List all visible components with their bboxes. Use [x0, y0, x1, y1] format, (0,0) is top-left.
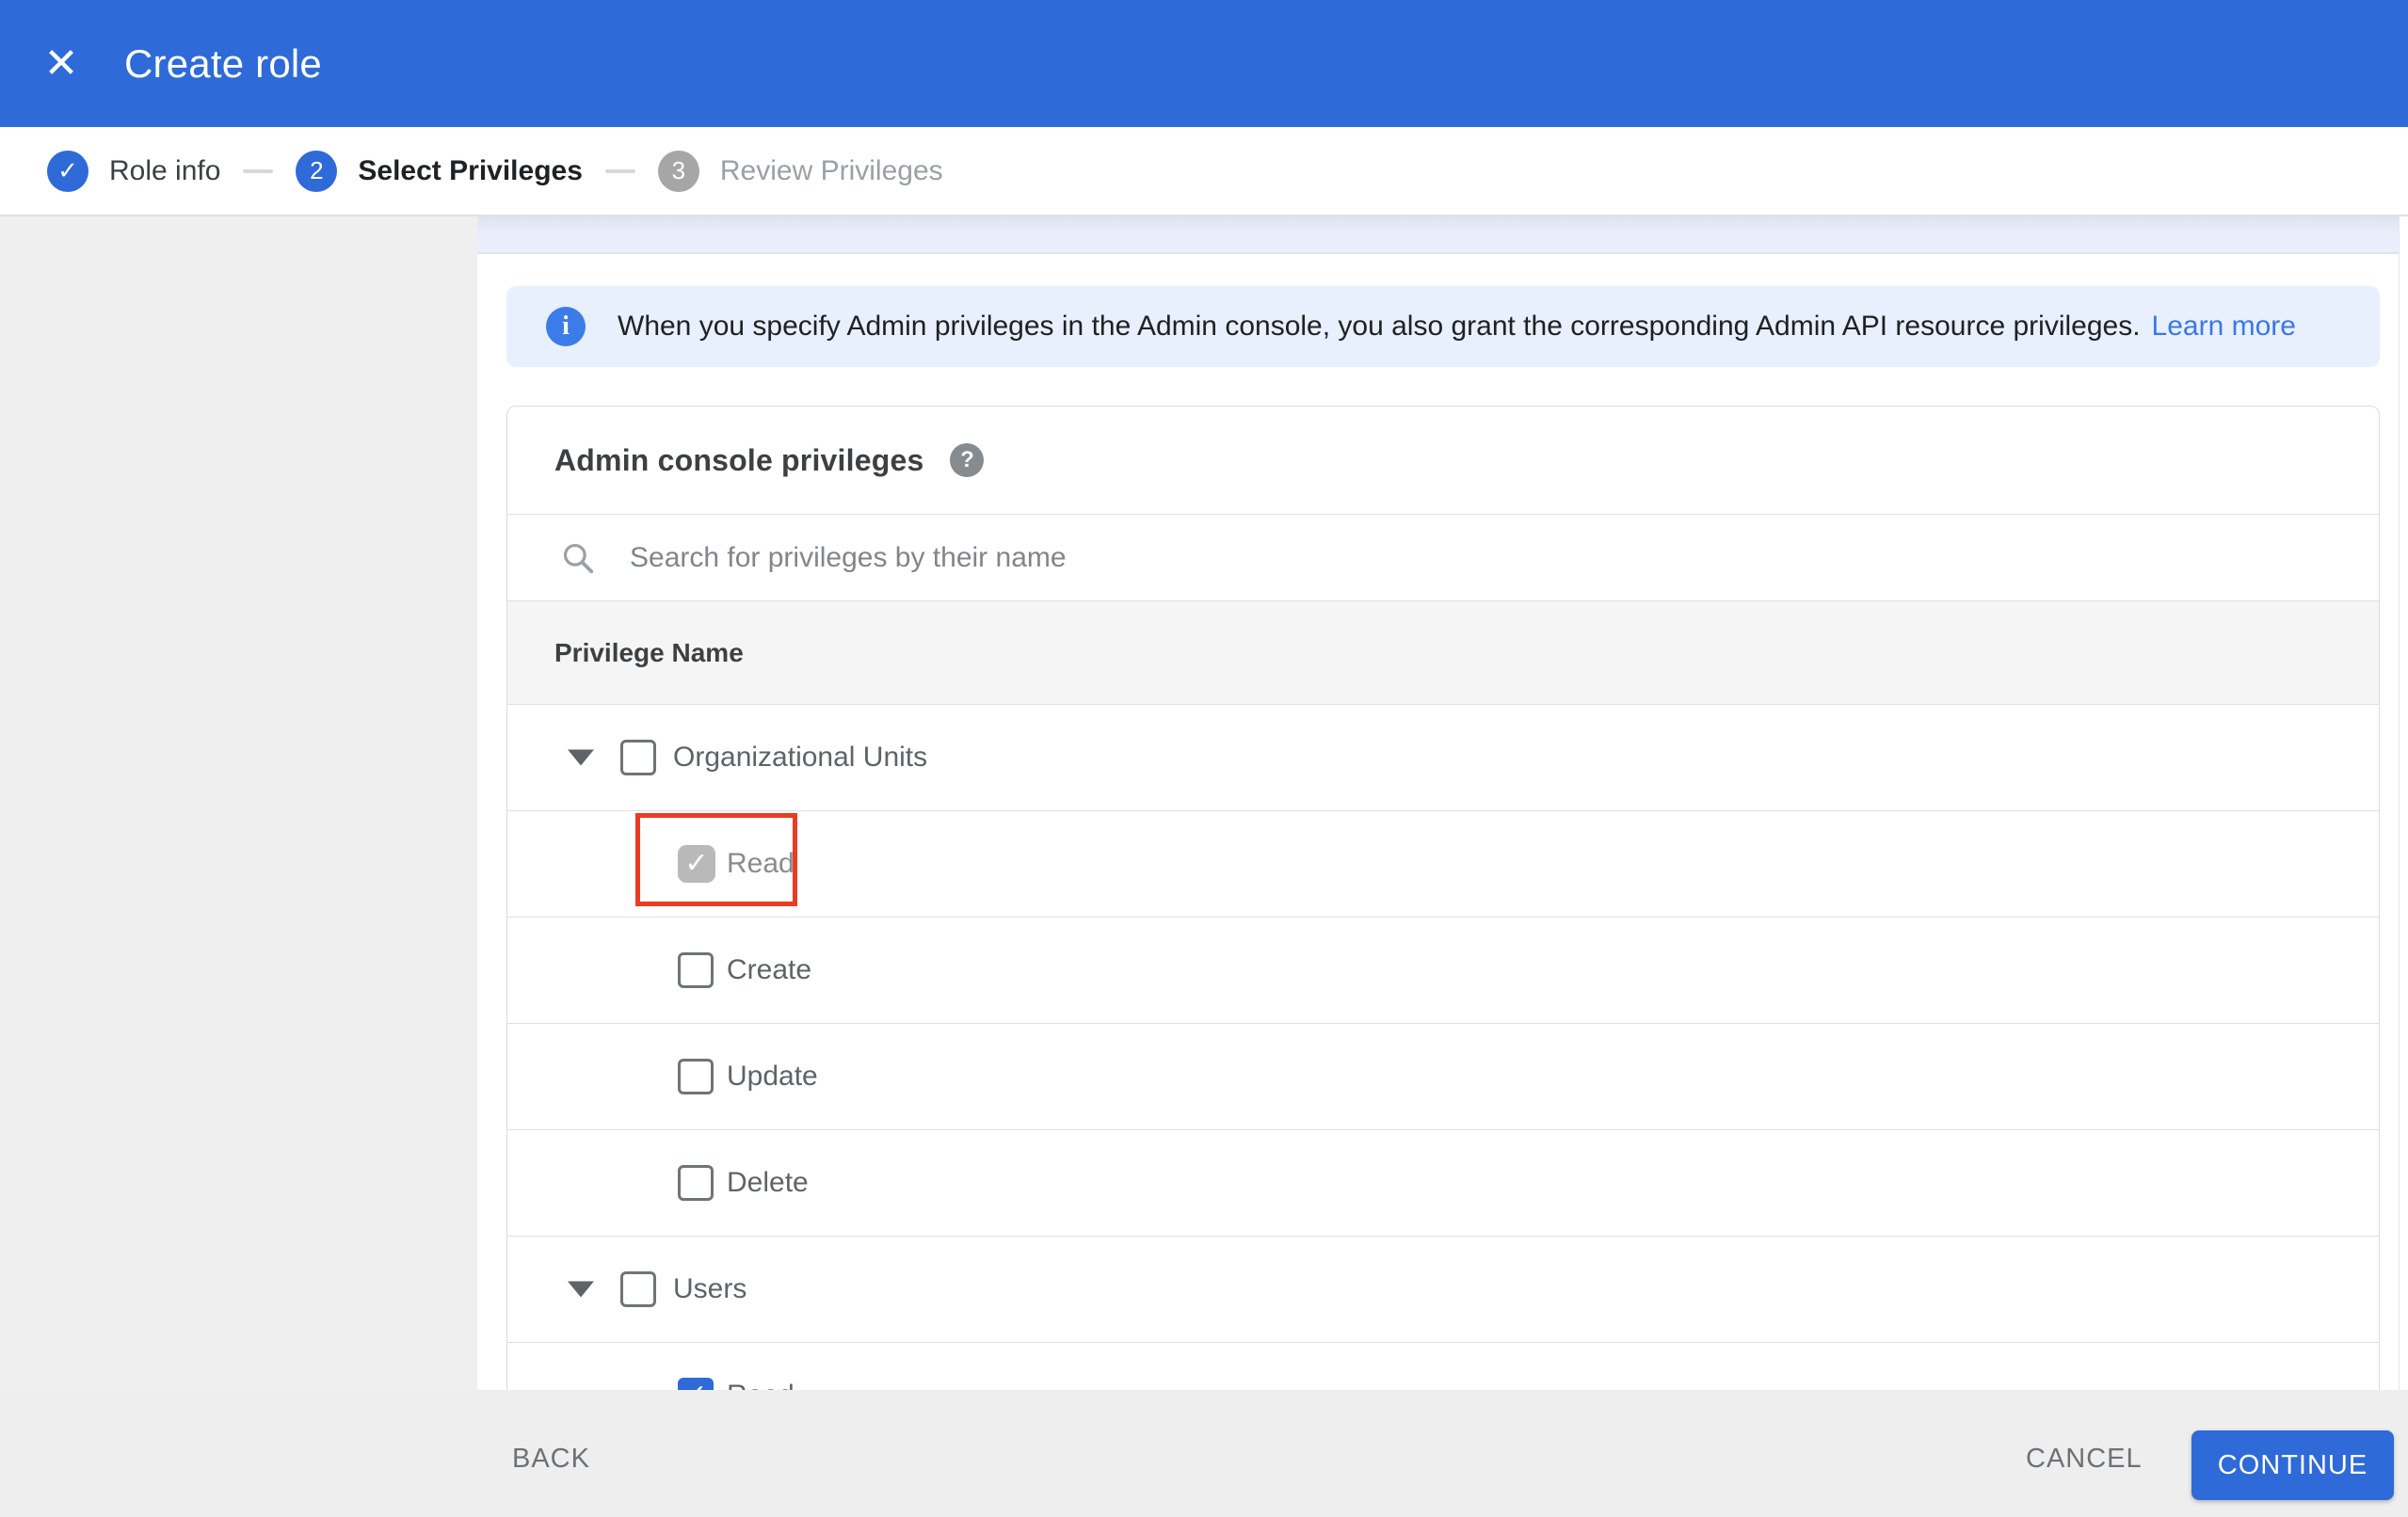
step-separator: [604, 168, 635, 173]
dialog-title: Create role: [124, 40, 322, 86]
expand-arrow-icon[interactable]: [568, 749, 594, 766]
step-label: Review Privileges: [719, 154, 943, 186]
table-header-row: Privilege Name: [507, 600, 2379, 704]
privilege-row: Users: [507, 1236, 2379, 1342]
step-check-icon: ✓: [47, 150, 88, 192]
close-icon: ✕: [43, 40, 79, 87]
step-role-info[interactable]: ✓ Role info: [47, 150, 221, 192]
expand-arrow-icon[interactable]: [568, 1281, 594, 1298]
help-icon[interactable]: ?: [950, 443, 985, 477]
privilege-row: ✓ Read: [507, 1342, 2379, 1390]
privilege-row: Update: [507, 1023, 2379, 1129]
left-filler-panel: [0, 216, 477, 1390]
privilege-row: Create: [507, 917, 2379, 1023]
checkmark-icon: ✓: [683, 1381, 707, 1391]
step-number-icon: 3: [657, 150, 699, 192]
privilege-label: Update: [727, 1061, 818, 1092]
step-select-privileges[interactable]: 2 Select Privileges: [296, 150, 583, 192]
annotation-highlight-box: [635, 813, 797, 906]
column-header-privilege-name: Privilege Name: [554, 637, 744, 667]
privilege-label: Users: [673, 1273, 747, 1304]
stepper: ✓ Role info 2 Select Privileges 3 Review…: [0, 127, 2408, 216]
search-icon: [563, 543, 594, 573]
step-separator: [243, 168, 274, 173]
privilege-label: Create: [727, 954, 812, 985]
checkbox-users[interactable]: [620, 1271, 656, 1307]
checkbox-read[interactable]: ✓: [678, 1378, 714, 1390]
card-title: Admin console privileges: [554, 442, 924, 477]
info-banner: i When you specify Admin privileges in t…: [506, 286, 2380, 367]
cancel-button[interactable]: CANCEL: [2003, 1424, 2165, 1493]
privilege-label: Delete: [727, 1167, 809, 1198]
search-row: [507, 514, 2379, 600]
action-bar: BACK CANCEL CONTINUE: [0, 1390, 2408, 1517]
appbar: ✕ Create role: [0, 0, 2408, 127]
continue-button[interactable]: CONTINUE: [2191, 1430, 2394, 1500]
close-button[interactable]: ✕: [28, 31, 94, 97]
content-panel: i When you specify Admin privileges in t…: [477, 216, 2400, 1390]
checkbox-create[interactable]: [678, 952, 714, 988]
privilege-row: ✓Read: [507, 810, 2379, 917]
search-input[interactable]: [630, 541, 1948, 574]
back-button[interactable]: BACK: [490, 1424, 613, 1493]
banner-text: When you specify Admin privileges in the…: [618, 311, 2141, 342]
scrolled-section-strip: [477, 216, 2399, 254]
privilege-row: Delete: [507, 1129, 2379, 1236]
checkbox-organizational-units[interactable]: [620, 740, 656, 775]
admin-console-privileges-card: Admin console privileges ? Privilege Nam…: [506, 406, 2380, 1390]
checkbox-update[interactable]: [678, 1059, 714, 1094]
create-role-dialog: ✕ Create role ✓ Role info 2 Select Privi…: [0, 0, 2408, 1517]
privilege-label: Organizational Units: [673, 742, 928, 773]
privilege-row: Organizational Units: [507, 704, 2379, 810]
learn-more-link[interactable]: Learn more: [2152, 311, 2296, 343]
checkbox-delete[interactable]: [678, 1165, 714, 1201]
step-review-privileges[interactable]: 3 Review Privileges: [657, 150, 943, 192]
privilege-label: Read: [727, 1380, 795, 1390]
step-label: Select Privileges: [358, 154, 583, 186]
privilege-rows: Organizational Units ✓ Read Create Update Del…: [507, 704, 2379, 1390]
step-number-icon: 2: [296, 150, 338, 192]
card-title-row: Admin console privileges ?: [507, 407, 2379, 514]
info-icon: i: [546, 307, 586, 346]
step-label: Role info: [109, 154, 221, 186]
